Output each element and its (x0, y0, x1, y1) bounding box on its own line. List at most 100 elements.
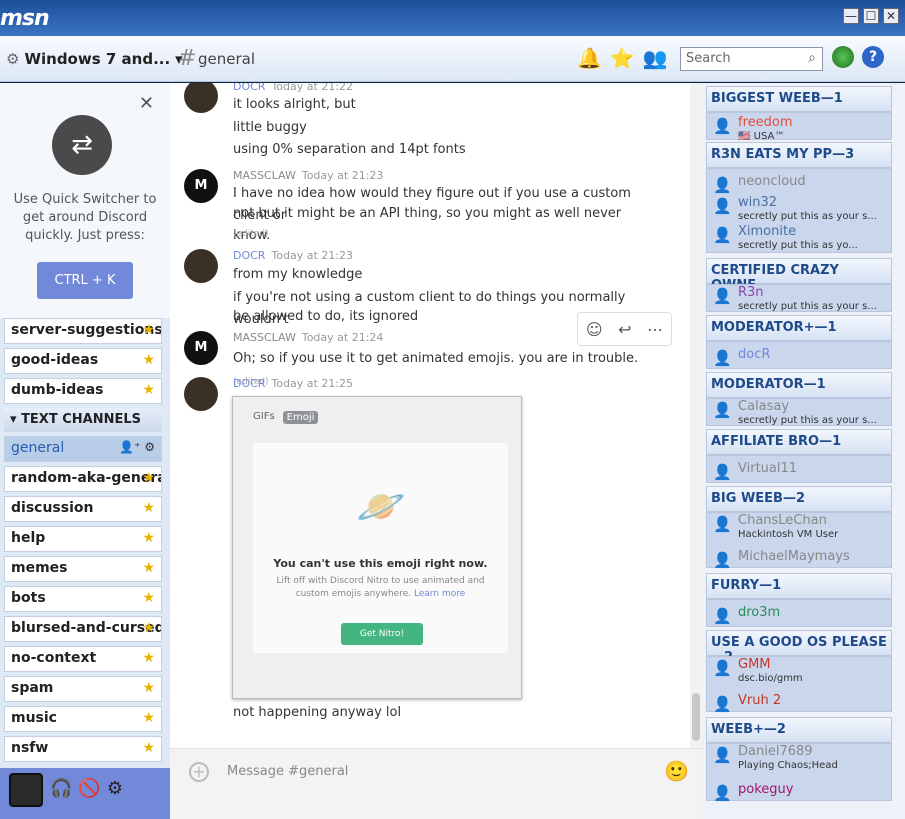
server-menu[interactable]: ⚙ Windows 7 and... ▾ (6, 50, 183, 68)
globe-icon[interactable] (832, 46, 854, 68)
star-icon[interactable]: ★ (142, 322, 155, 338)
star-icon[interactable]: ★ (142, 352, 155, 368)
member-group: 👤 Calasay secretly put this as your s... (706, 398, 892, 426)
message-composer: + Message #general 🙂 (170, 748, 702, 819)
get-nitro-button: Get Nitro! (341, 623, 423, 645)
chat-scrollbar[interactable] (690, 83, 702, 748)
user-icon: 👤 (713, 607, 732, 625)
channel-item[interactable]: memes ★ (4, 556, 162, 582)
channel-item[interactable]: server-suggestions ★ (4, 318, 162, 344)
channel-item[interactable]: discussion ★ (4, 496, 162, 522)
user-icon: 👤 (713, 463, 732, 481)
role-header: FURRY—1 (706, 573, 892, 599)
star-icon[interactable]: ★ (142, 382, 155, 398)
bell-icon[interactable]: 🔔 (577, 46, 602, 70)
message-input[interactable]: Message #general (227, 764, 348, 779)
star-icon[interactable]: ★ (142, 620, 155, 636)
member-group: 👤 Virtual11 (706, 455, 892, 483)
star-icon[interactable]: ⭐ (610, 46, 635, 70)
image-attachment[interactable]: GIFs Emoji 🪐 You can't use this emoji ri… (232, 396, 522, 699)
category-text-channels[interactable]: ▾ TEXT CHANNELS (4, 408, 162, 432)
star-icon[interactable]: ★ (142, 650, 155, 666)
role-header: AFFILIATE BRO—1 (706, 429, 892, 455)
settings-gear-icon[interactable]: ⚙ (107, 778, 123, 799)
reply-icon[interactable]: ↩ (618, 320, 631, 339)
invite-settings-icons[interactable]: 👤⁺ ⚙ (119, 440, 155, 454)
star-icon[interactable]: ★ (142, 560, 155, 576)
toolbar-icons: 🔔 ⭐ 👥 (577, 46, 668, 70)
avatar[interactable] (9, 773, 43, 807)
avatar[interactable] (184, 377, 218, 411)
member-group: 👤 Daniel7689 Playing Chaos;Head 👤 pokeguy (706, 743, 892, 802)
members-icon[interactable]: 👥 (643, 46, 668, 70)
maximize-button[interactable]: ☐ (863, 8, 879, 24)
nitro-planet-icon: 🪐 (356, 484, 406, 530)
message-header: DOCR Today at 21:22 (233, 83, 354, 93)
user-icon: 👤 (713, 349, 732, 367)
deafen-icon[interactable]: 🚫 (78, 778, 100, 799)
close-button[interactable]: ✕ (883, 8, 899, 24)
channel-item[interactable]: spam ★ (4, 676, 162, 702)
toolbar-right-icons: ? (832, 46, 884, 68)
message-header: MASSCLAW Today at 21:23 (233, 169, 384, 182)
role-header: BIG WEEB—2 (706, 486, 892, 512)
more-icon[interactable]: ⋯ (647, 320, 663, 339)
window-controls: — ☐ ✕ (843, 8, 899, 24)
user-icon: 👤 (713, 226, 732, 244)
channel-item[interactable]: no-context ★ (4, 646, 162, 672)
scrollbar-thumb[interactable] (692, 693, 700, 741)
star-icon[interactable]: ★ (142, 500, 155, 516)
user-controls: 🎧 🚫 ⚙ (50, 778, 123, 799)
channel-item[interactable]: good-ideas ★ (4, 348, 162, 374)
user-icon: 👤 (713, 117, 732, 135)
search-input[interactable]: Search ⌕ (680, 47, 823, 71)
upsell-title: You can't use this emoji right now. (273, 557, 488, 570)
avatar[interactable]: M (184, 331, 218, 365)
star-icon[interactable]: ★ (142, 590, 155, 606)
search-icon: ⌕ (808, 50, 816, 66)
star-icon[interactable]: ★ (142, 470, 155, 486)
channel-item[interactable]: help ★ (4, 526, 162, 552)
star-icon[interactable]: ★ (142, 680, 155, 696)
message-text: it looks alright, but (233, 97, 356, 112)
user-icon: 👤 (713, 784, 732, 802)
message-header: DOCR Today at 21:23 (233, 249, 354, 262)
close-icon[interactable]: ✕ (139, 93, 154, 114)
channel-item[interactable]: music ★ (4, 706, 162, 732)
quick-switcher-shortcut-button[interactable]: CTRL + K (37, 262, 133, 299)
avatar[interactable] (184, 249, 218, 283)
msn-logo: msn (0, 6, 50, 31)
role-header: USE A GOOD OS PLEASE—2 (706, 630, 892, 665)
star-icon[interactable]: ★ (142, 710, 155, 726)
star-icon[interactable]: ★ (142, 740, 155, 756)
minimize-button[interactable]: — (843, 8, 859, 24)
channel-item[interactable]: dumb-ideas ★ (4, 378, 162, 404)
channel-item[interactable]: nsfw ★ (4, 736, 162, 762)
upload-plus-icon[interactable]: + (189, 762, 209, 782)
hash-icon: # (178, 46, 197, 71)
channel-item[interactable]: blursed-and-cursed ★ (4, 616, 162, 642)
member-group: 👤 docR (706, 341, 892, 369)
role-header: MODERATOR—1 (706, 372, 892, 398)
channel-item[interactable]: random-aka-general ★ (4, 466, 162, 492)
role-header: CERTIFIED CRAZY OWNE... (706, 258, 892, 293)
channel-title: general (198, 50, 256, 68)
title-bar: msn — ☐ ✕ (0, 0, 905, 36)
mute-icon[interactable]: 🎧 (50, 778, 72, 799)
help-icon[interactable]: ? (862, 46, 884, 68)
channel-item[interactable]: bots ★ (4, 586, 162, 612)
avatar[interactable]: M (184, 169, 218, 203)
emoji-picker-icon[interactable]: 🙂 (664, 759, 689, 783)
sidebar: ✕ ⇄ Use Quick Switcher to get around Dis… (0, 83, 170, 819)
role-header: WEEB+—2 (706, 717, 892, 743)
channel-item-selected[interactable]: general 👤⁺ ⚙ (4, 436, 162, 462)
member-group: 👤 freedom 🇺🇸 USA™ (706, 112, 892, 142)
member-group: 👤 neoncloud 👤 win32 secretly put this as yo… (706, 168, 892, 253)
message-header: MASSCLAW Today at 21:24 (233, 331, 384, 344)
message-text: little buggy (233, 120, 307, 135)
avatar[interactable] (184, 83, 218, 113)
add-reaction-icon[interactable]: ☺ (586, 320, 603, 339)
member-group: 👤 ChansLeChan Hackintosh VM User 👤 MichaelM… (706, 512, 892, 569)
user-icon: 👤 (713, 695, 732, 713)
star-icon[interactable]: ★ (142, 530, 155, 546)
